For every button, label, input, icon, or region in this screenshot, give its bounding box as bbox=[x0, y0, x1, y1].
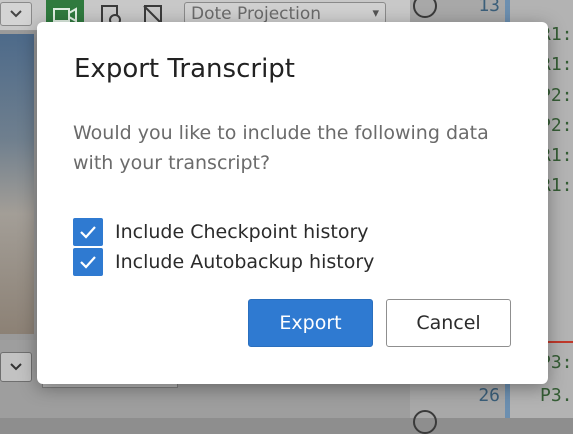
cancel-button[interactable]: Cancel bbox=[386, 299, 511, 347]
checkmark-icon bbox=[80, 226, 96, 239]
autobackup-history-option[interactable]: Include Autobackup history bbox=[73, 247, 374, 277]
dialog-message: Would you like to include the following … bbox=[73, 122, 489, 174]
export-button[interactable]: Export bbox=[248, 299, 373, 347]
checkpoint-history-label: Include Checkpoint history bbox=[115, 221, 369, 243]
checkmark-icon bbox=[80, 256, 96, 269]
checkpoint-history-checkbox[interactable] bbox=[73, 218, 103, 246]
dialog-title: Export Transcript bbox=[74, 54, 295, 84]
export-transcript-dialog: Export Transcript Would you like to incl… bbox=[37, 22, 548, 384]
checkpoint-history-option[interactable]: Include Checkpoint history bbox=[73, 217, 369, 247]
autobackup-history-checkbox[interactable] bbox=[73, 248, 103, 276]
autobackup-history-label: Include Autobackup history bbox=[115, 251, 375, 273]
